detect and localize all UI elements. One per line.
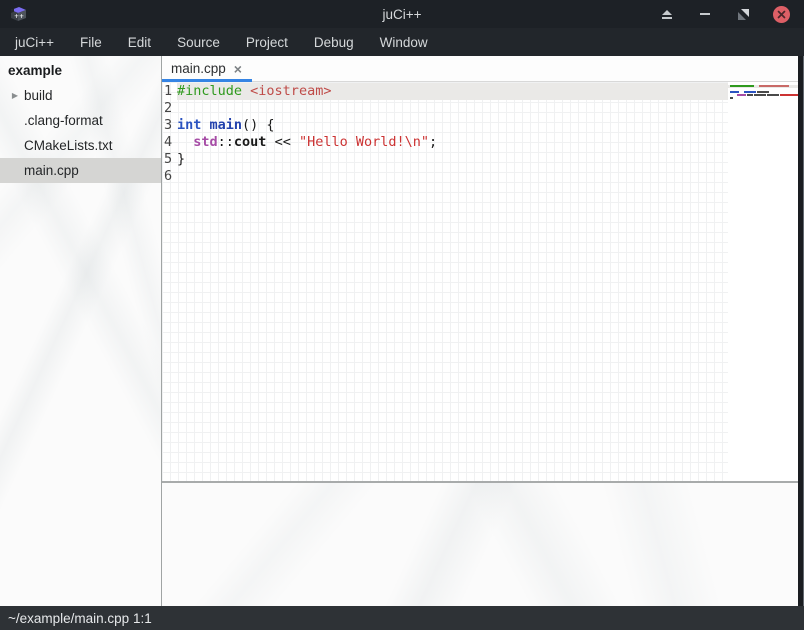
file-tree: example ▶build .clang-format CMakeLists.txt… xyxy=(0,56,162,606)
scrollbar-track[interactable] xyxy=(798,56,804,606)
expander-icon[interactable]: ▶ xyxy=(6,91,24,100)
line-number: 4 xyxy=(162,134,177,151)
tree-item-label: build xyxy=(24,88,53,103)
main-area: main.cpp× 1#include <iostream>23int main… xyxy=(162,56,804,606)
code-token xyxy=(201,117,209,133)
code-area[interactable]: 1#include <iostream>23int main() {4 std:… xyxy=(162,82,728,481)
code-line: 1#include <iostream> xyxy=(162,83,728,100)
minimap-token xyxy=(767,94,779,96)
statusbar-path: ~/example/main.cpp 1:1 xyxy=(8,611,152,626)
code-line-text: #include <iostream> xyxy=(177,83,728,100)
minimap-token xyxy=(730,85,754,87)
code-token: #include xyxy=(177,83,242,99)
line-number: 3 xyxy=(162,117,177,134)
tab-bar: main.cpp × xyxy=(162,56,804,82)
app-window: ++ juCi++ juCi++FileEditS xyxy=(0,0,804,630)
code-line-text xyxy=(177,168,728,185)
tree-item-label: CMakeLists.txt xyxy=(24,138,113,153)
line-number: 5 xyxy=(162,151,177,168)
code-token xyxy=(177,134,193,150)
menu-item-window[interactable]: Window xyxy=(367,30,441,55)
minimap-token xyxy=(737,94,746,96)
minimap-token xyxy=(755,85,758,87)
minimap-token xyxy=(730,97,733,99)
code-token xyxy=(242,83,250,99)
line-number: 1 xyxy=(162,83,177,100)
eject-icon xyxy=(662,10,672,19)
output-pane[interactable] xyxy=(162,483,804,606)
tab-label: main.cpp xyxy=(171,61,226,76)
menu-item-debug[interactable]: Debug xyxy=(301,30,367,55)
menu-item-juci[interactable]: juCi++ xyxy=(2,30,67,55)
shade-button[interactable] xyxy=(654,3,680,25)
minimap-token xyxy=(754,94,766,96)
code-line: 5} xyxy=(162,151,728,168)
minimap-line xyxy=(728,100,804,103)
line-number: 6 xyxy=(162,168,177,185)
code-line-text: std::cout << "Hello World!\n"; xyxy=(177,134,728,151)
code-token: "Hello World!\n" xyxy=(299,134,429,150)
minimize-button[interactable] xyxy=(692,3,718,25)
code-line-text xyxy=(177,100,728,117)
tree-item-label: main.cpp xyxy=(24,163,79,178)
minimize-icon xyxy=(700,13,710,15)
minimap-token xyxy=(730,94,736,96)
tree-item-label: .clang-format xyxy=(24,113,103,128)
tree-item-build[interactable]: ▶build xyxy=(0,83,161,108)
code-line: 4 std::cout << "Hello World!\n"; xyxy=(162,134,728,151)
code-token: << xyxy=(266,134,299,150)
code-token: ; xyxy=(429,134,437,150)
tab-main-cpp[interactable]: main.cpp × xyxy=(162,56,252,81)
menu-item-project[interactable]: Project xyxy=(233,30,301,55)
code-token: <iostream> xyxy=(250,83,331,99)
code-token: :: xyxy=(218,134,234,150)
code-line-text: int main() { xyxy=(177,117,728,134)
tree-item-cmakelists-txt[interactable]: CMakeLists.txt xyxy=(0,133,161,158)
tree-root-label: example xyxy=(8,63,62,78)
code-token: () { xyxy=(242,117,275,133)
minimap-token xyxy=(757,91,769,93)
close-icon xyxy=(773,6,790,23)
code-token: int xyxy=(177,117,201,133)
titlebar: ++ juCi++ xyxy=(0,0,804,28)
editor: 1#include <iostream>23int main() {4 std:… xyxy=(162,82,804,481)
line-number: 2 xyxy=(162,100,177,117)
menu-item-file[interactable]: File xyxy=(67,30,115,55)
tab-close-icon[interactable]: × xyxy=(234,62,242,76)
minimap-token xyxy=(740,91,743,93)
menubar: juCi++FileEditSourceProjectDebugWindow xyxy=(0,28,804,56)
tree-item-main-cpp[interactable]: main.cpp xyxy=(0,158,161,183)
code-token: cout xyxy=(234,134,267,150)
code-line: 2 xyxy=(162,100,728,117)
minimap[interactable] xyxy=(728,82,804,481)
tree-item-clang-format[interactable]: .clang-format xyxy=(0,108,161,133)
code-line-text: } xyxy=(177,151,728,168)
maximize-icon xyxy=(738,9,749,20)
window-controls xyxy=(654,3,794,25)
maximize-button[interactable] xyxy=(730,3,756,25)
close-button[interactable] xyxy=(768,3,794,25)
minimap-token xyxy=(747,94,753,96)
code-token: } xyxy=(177,151,185,167)
minimap-token xyxy=(759,85,789,87)
tree-root-example[interactable]: example xyxy=(0,58,161,83)
code-line: 6 xyxy=(162,168,728,185)
statusbar: ~/example/main.cpp 1:1 xyxy=(0,606,804,630)
code-token: main xyxy=(210,117,243,133)
minimap-token xyxy=(744,91,756,93)
window-body: example ▶build .clang-format CMakeLists.txt… xyxy=(0,56,804,606)
minimap-token xyxy=(730,91,739,93)
menu-item-source[interactable]: Source xyxy=(164,30,233,55)
code-token: std xyxy=(193,134,217,150)
code-line: 3int main() { xyxy=(162,117,728,134)
menu-item-edit[interactable]: Edit xyxy=(115,30,164,55)
